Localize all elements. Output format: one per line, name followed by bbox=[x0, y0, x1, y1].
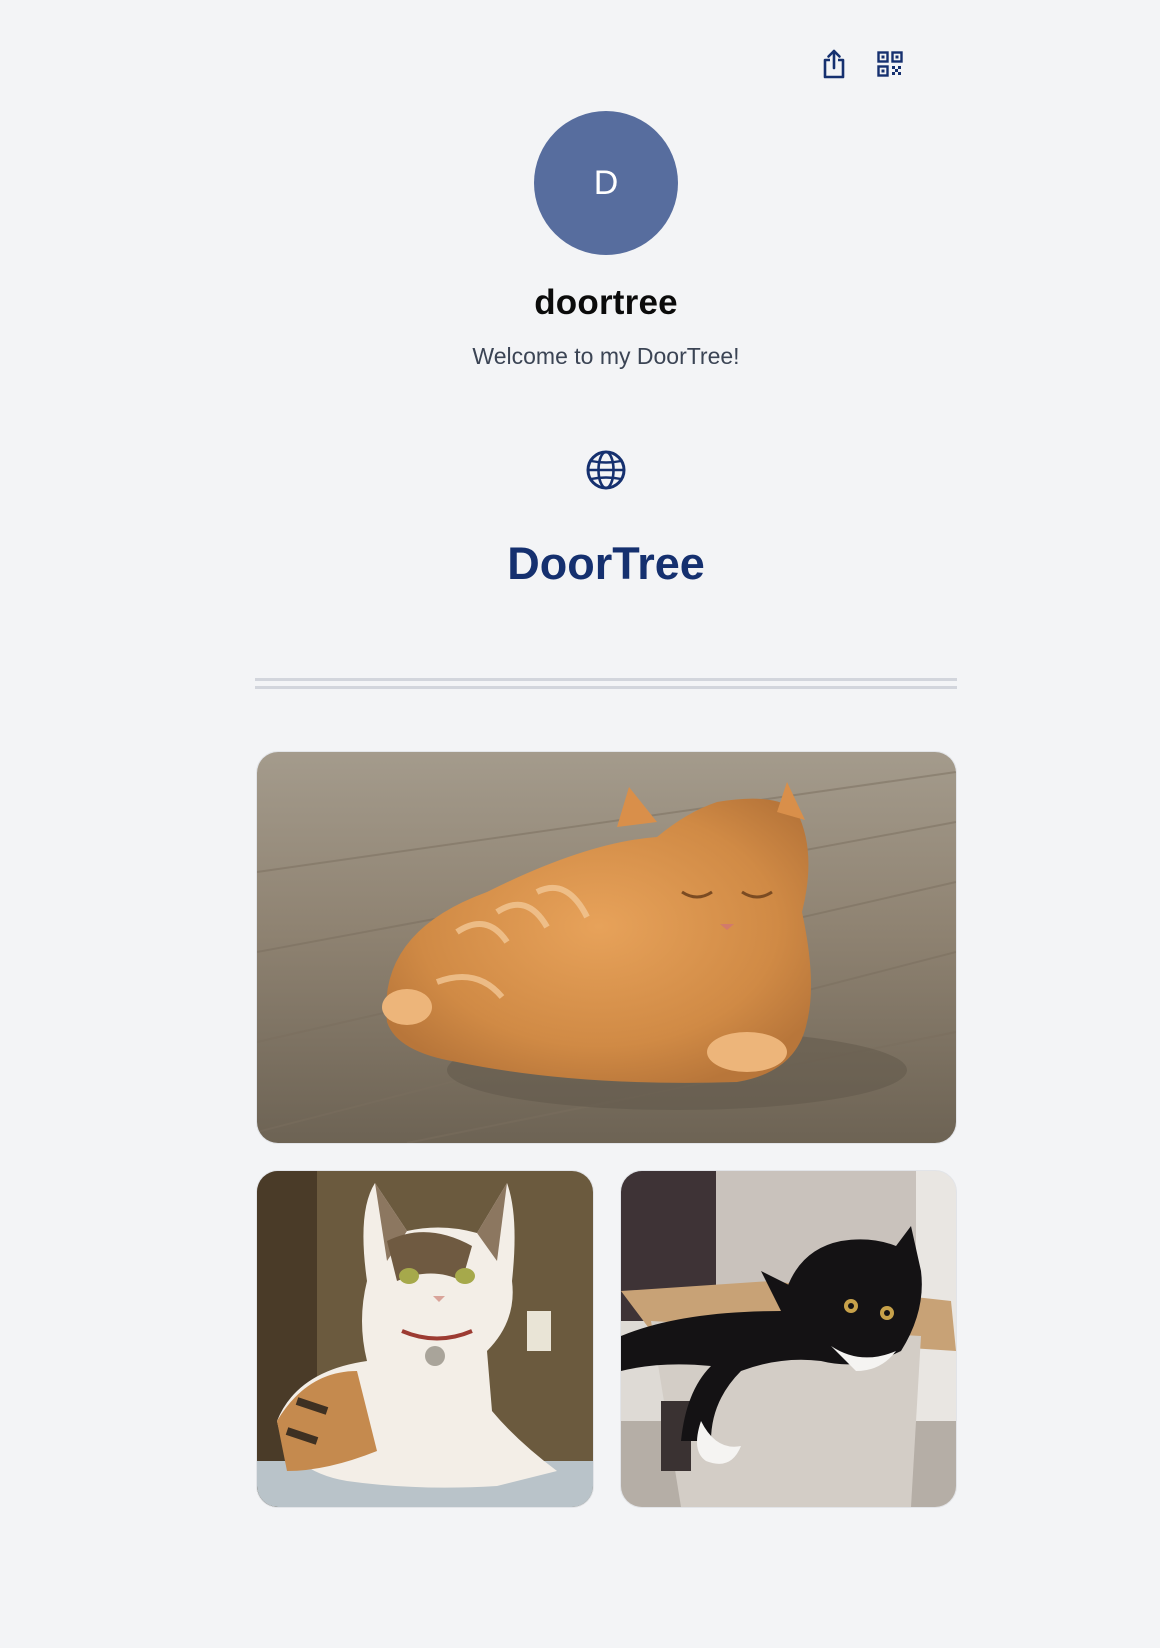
profile-name: doortree bbox=[534, 283, 678, 322]
website-link[interactable] bbox=[585, 449, 627, 491]
divider bbox=[255, 686, 957, 689]
profile-page: D doortree Welcome to my DoorTree! DoorT… bbox=[0, 0, 1160, 1648]
top-actions bbox=[818, 48, 906, 80]
avatar-initial: D bbox=[593, 163, 619, 202]
avatar: D bbox=[534, 111, 678, 255]
qr-code-icon bbox=[877, 51, 903, 77]
share-icon bbox=[823, 49, 845, 79]
photo-tuxedo-cat-in-box[interactable] bbox=[620, 1170, 957, 1508]
photo-orange-tabby-cat[interactable] bbox=[256, 751, 957, 1144]
divider bbox=[255, 678, 957, 681]
photo-calico-cat[interactable] bbox=[256, 1170, 594, 1508]
qr-code-button[interactable] bbox=[874, 48, 906, 80]
share-button[interactable] bbox=[818, 48, 850, 80]
globe-icon bbox=[586, 450, 626, 490]
site-title-link[interactable]: DoorTree bbox=[0, 538, 1160, 590]
profile-bio: Welcome to my DoorTree! bbox=[472, 343, 740, 369]
